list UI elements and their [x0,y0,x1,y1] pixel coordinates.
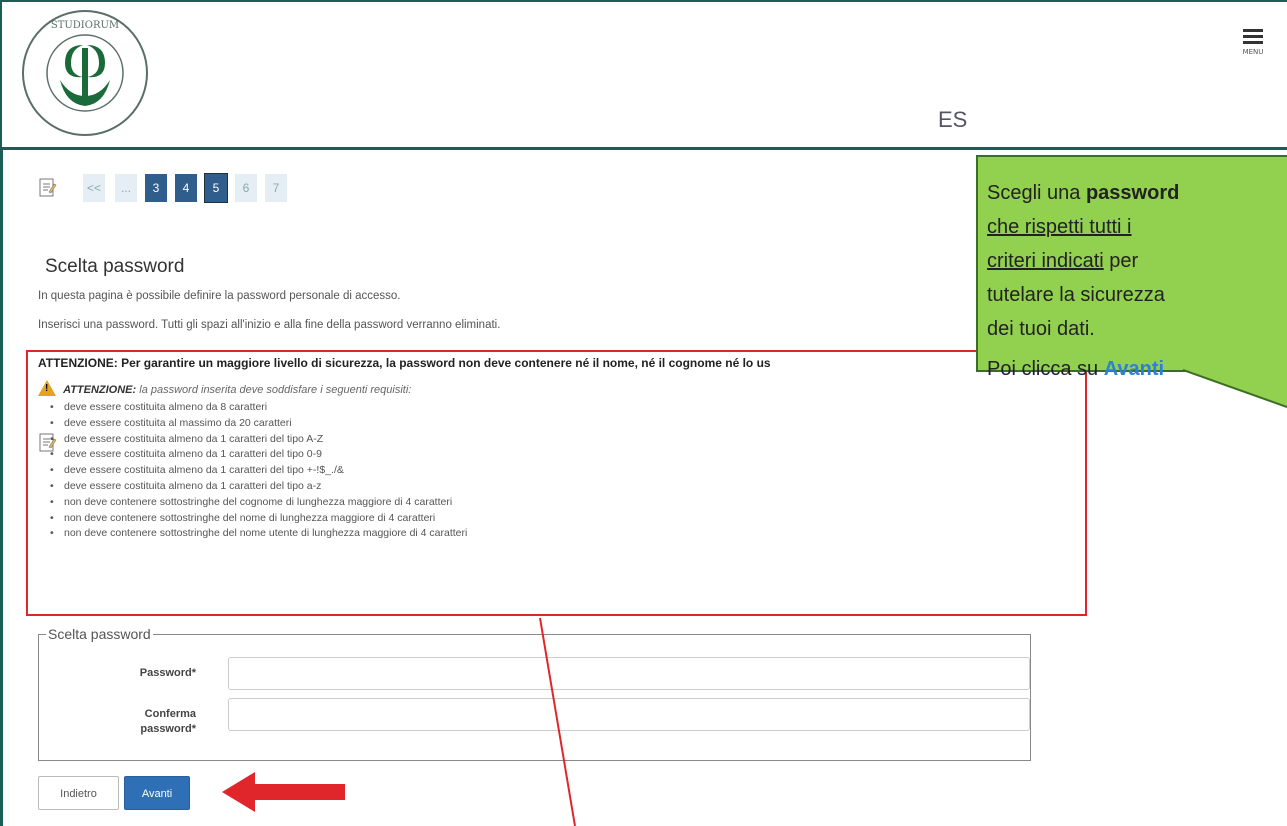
confirm-label-line1: Conferma [144,708,196,720]
page-title: Scelta password [45,256,185,277]
svg-text:STUDIORUM: STUDIORUM [51,20,119,31]
left-border [0,150,3,826]
menu-button[interactable]: MENU [1233,26,1273,76]
intro-text: In questa pagina è possibile definire la… [38,290,401,302]
list-item: non deve contenere sottostringhe del nom… [50,526,467,542]
callout-line6: Poi clicca su [987,358,1104,380]
hamburger-icon-bar [1243,41,1263,44]
list-item: deve essere costituita almeno da 1 carat… [50,463,467,479]
menu-label: MENU [1242,48,1264,56]
pager-step-4[interactable]: 4 [175,174,197,202]
requirements-list: deve essere costituita almeno da 8 carat… [42,400,467,542]
fieldset-legend: Scelta password [46,626,153,642]
list-item: deve essere costituita almeno da 8 carat… [50,400,467,416]
pager-first[interactable]: << [83,174,105,202]
confirm-password-input[interactable] [228,698,1030,731]
callout-line1: Scegli una [987,182,1086,204]
instruction-text: Inserisci una password. Tutti gli spazi … [38,319,501,331]
hamburger-icon [1243,29,1263,32]
university-logo[interactable]: STUDIORUM [20,8,150,138]
password-label: Password* [139,667,196,679]
list-item: deve essere costituita almeno da 1 carat… [50,447,467,463]
page-heading-partial: ES [938,107,968,132]
callout-line5: dei tuoi dati. [987,318,1095,340]
next-button[interactable]: Avanti [124,776,190,810]
callout-line3-post: per [1103,250,1139,272]
notes-icon[interactable] [37,177,57,199]
hamburger-icon-bar [1243,35,1263,38]
callout-line3-underlined: criteri indicati [987,250,1104,272]
header-bar [0,0,1287,150]
callout-line4: tutelare la sicurezza [987,284,1165,306]
pager-step-7: 7 [265,174,287,202]
list-item: deve essere costituita al massimo da 20 … [50,416,467,432]
callout-bold-password: password [1085,182,1180,204]
red-arrow-icon [222,772,345,812]
warning-text: la password inserita deve soddisfare i s… [136,384,412,396]
callout-avanti: Avanti [1103,358,1165,380]
callout-text: Scegli una password che rispetti tutti i… [987,176,1287,386]
pager-step-5[interactable]: 5 [204,173,228,203]
warning-bold: ATTENZIONE: [63,384,137,396]
warning-icon: ! [38,380,56,396]
list-item: deve essere costituita almeno da 1 carat… [50,479,467,495]
callout-line2: che rispetti tutti i [987,216,1132,238]
list-item: non deve contenere sottostringhe del cog… [50,495,467,511]
password-input[interactable] [228,657,1030,690]
attention-notice: ATTENZIONE: Per garantire un maggiore li… [38,356,771,370]
warning-row: ! ATTENZIONE: la password inserita deve … [38,380,411,396]
pager-step-6: 6 [235,174,257,202]
list-item: non deve contenere sottostringhe del nom… [50,511,467,527]
confirm-label-line2: password* [140,723,196,735]
pager-step-3[interactable]: 3 [145,174,167,202]
back-button[interactable]: Indietro [38,776,119,810]
list-item: deve essere costituita almeno da 1 carat… [50,432,467,448]
pager-ellipsis: ... [115,174,137,202]
